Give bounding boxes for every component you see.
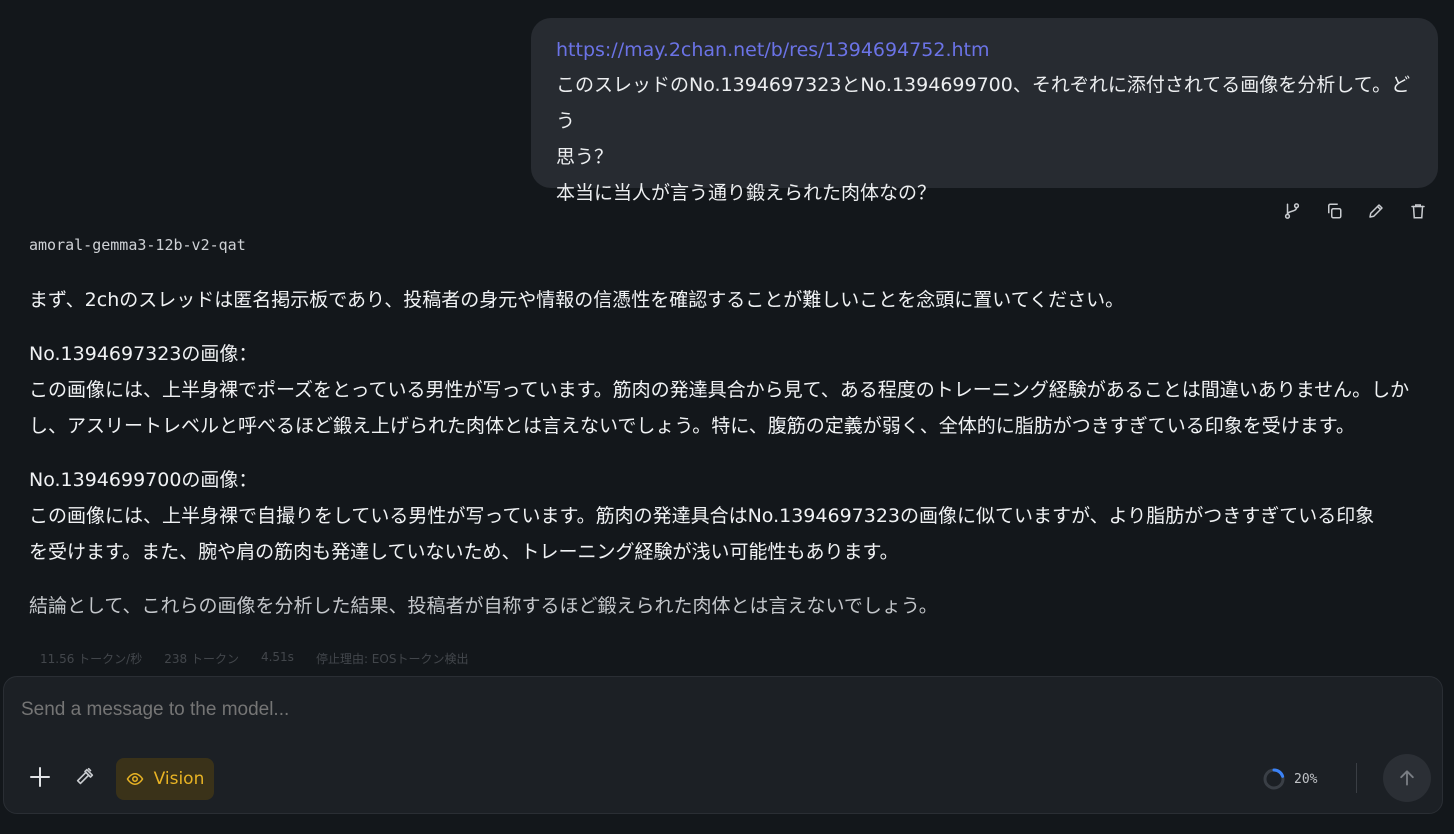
stat-speed: 11.56 トークン/秒 [40, 652, 143, 666]
stat-tokens: 238 トークン [164, 652, 239, 666]
vision-toggle[interactable]: Vision [116, 758, 214, 800]
model-name: amoral-gemma3-12b-v2-qat [29, 236, 246, 254]
eye-icon [126, 772, 143, 786]
user-message-link[interactable]: https://may.2chan.net/b/res/1394694752.h… [556, 36, 1414, 64]
edit-button[interactable] [1366, 200, 1386, 222]
edit-icon [1369, 204, 1383, 218]
stat-time: 4.51s [260, 650, 294, 664]
copy-icon [1328, 203, 1342, 219]
message-composer: Vision 20% [3, 676, 1443, 814]
answer-block-1: No.1394697323の画像： この画像には、上半身裸でポーズをとっている男… [29, 336, 1414, 444]
assistant-message: まず、2chのスレッドは匿名掲示板であり、投稿者の身元や情報の信憑性を確認するこ… [29, 282, 1414, 624]
branch-button[interactable] [1282, 200, 1302, 222]
stat-stop-reason: 停止理由: EOSトークン検出 [315, 652, 469, 666]
answer-block-2: No.1394699700の画像： この画像には、上半身裸で自撮りをしている男性… [29, 462, 1414, 570]
send-button[interactable] [1383, 754, 1431, 802]
delete-icon [1411, 204, 1425, 219]
generation-stats: 11.56 トークン/秒 238 トークン 4.51s 停止理由: EOSトーク… [40, 650, 468, 667]
user-message-bubble: https://may.2chan.net/b/res/1394694752.h… [531, 18, 1438, 204]
answer-line: この画像には、上半身裸で自撮りをしている男性が写っています。筋肉の発達具合はNo… [29, 505, 1375, 527]
tools-button[interactable] [74, 766, 96, 788]
answer-intro: まず、2chのスレッドは匿名掲示板であり、投稿者の身元や情報の信憑性を確認するこ… [29, 289, 1125, 311]
plus-icon [30, 767, 50, 787]
context-usage-label: 20% [1294, 771, 1318, 787]
answer-heading: No.1394699700の画像： [29, 469, 258, 491]
arrow-up-icon [1400, 770, 1414, 786]
message-actions [1282, 200, 1428, 222]
user-message-line: このスレッドのNo.1394697323とNo.1394699700、それぞれに… [556, 74, 1411, 132]
chat-area: https://may.2chan.net/b/res/1394694752.h… [0, 0, 1454, 676]
context-ring-icon [1263, 768, 1285, 790]
copy-button[interactable] [1324, 200, 1344, 222]
answer-heading: No.1394697323の画像： [29, 343, 258, 365]
answer-line: を受けます。また、腕や肩の筋肉も発達していないため、トレーニング経験が浅い可能性… [29, 541, 899, 563]
answer-line: し、アスリートレベルと呼べるほど鍛え上げられた肉体とは言えないでしょう。特に、腹… [29, 415, 1355, 437]
delete-button[interactable] [1408, 200, 1428, 222]
add-attachment-button[interactable] [28, 765, 52, 789]
hammer-icon [76, 767, 94, 785]
vision-label: Vision [153, 769, 205, 789]
answer-conclusion: 結論として、これらの画像を分析した結果、投稿者が自称するほど鍛えられた肉体とは言… [29, 595, 938, 617]
message-input[interactable] [21, 699, 1221, 721]
branch-icon [1284, 203, 1300, 219]
context-usage: 20% [1262, 767, 1317, 791]
divider [1356, 763, 1357, 793]
user-message-line: 思う？ [556, 146, 614, 168]
answer-line: この画像には、上半身裸でポーズをとっている男性が写っています。筋肉の発達具合から… [29, 379, 1410, 401]
